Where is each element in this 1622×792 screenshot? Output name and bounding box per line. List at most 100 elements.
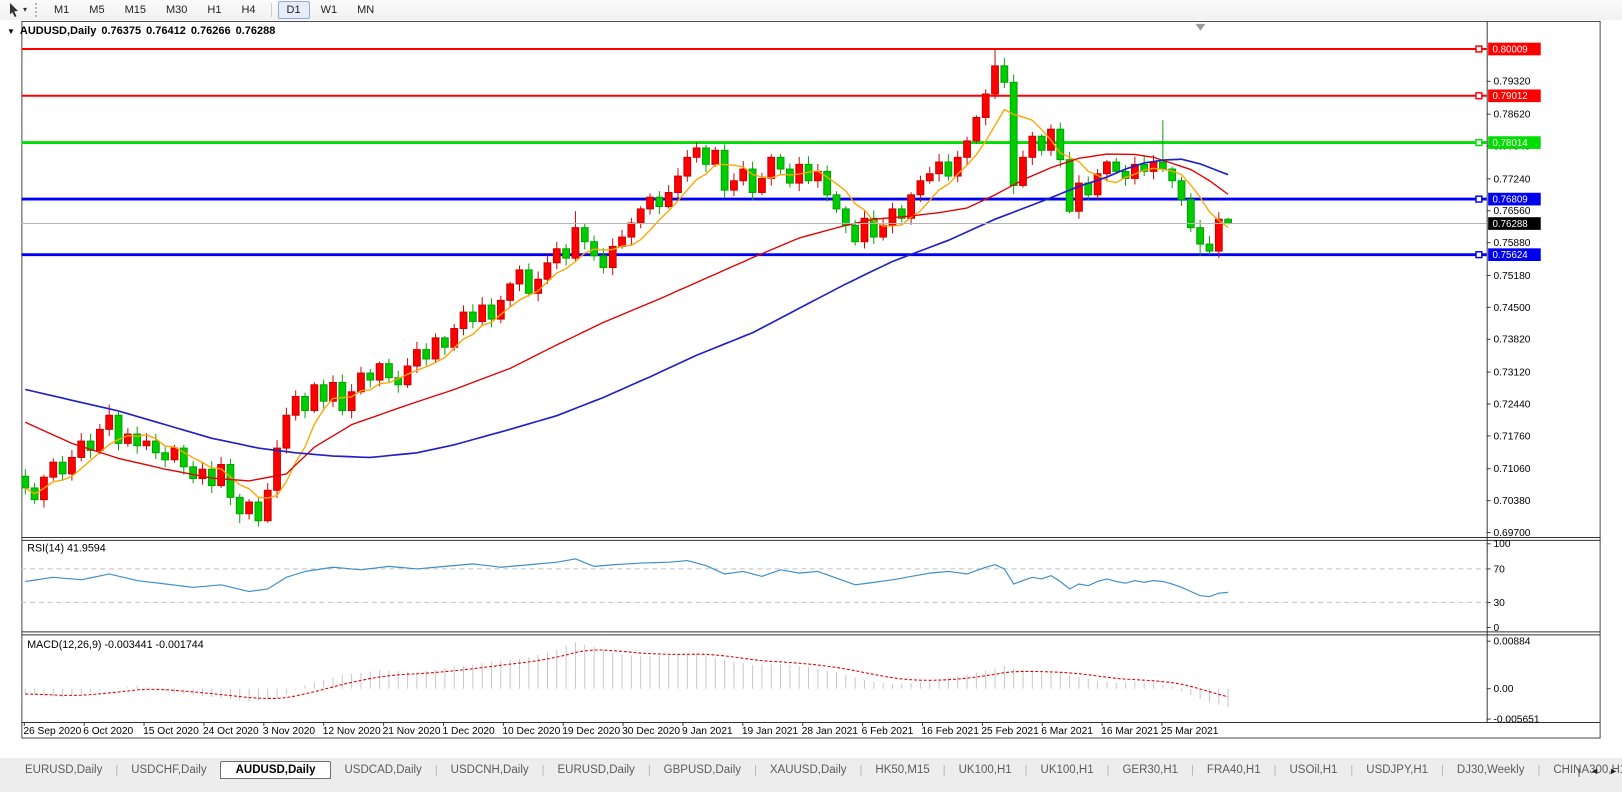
tab-scroll-right-icon[interactable]: ► [1609, 766, 1618, 776]
date-label: 21 Nov 2020 [383, 726, 441, 737]
chart-title: ▼ AUDUSD,Daily 0.76375 0.76412 0.76266 0… [7, 25, 275, 37]
candle [1010, 82, 1017, 185]
candle [386, 364, 393, 378]
hline-handle[interactable] [1476, 196, 1482, 202]
candle [945, 162, 952, 176]
chart-open: 0.76375 [101, 25, 141, 37]
macd-label: MACD(12,26,9) -0.003441 -0.001744 [27, 639, 204, 651]
date-label: 19 Jan 2021 [742, 726, 799, 737]
chart-tab-ger30-h1[interactable]: GER30,H1 [1109, 761, 1191, 779]
chart-tab-gbpusd-daily[interactable]: GBPUSD,Daily [651, 761, 754, 779]
chart-tab-hk50-m15[interactable]: HK50,M15 [862, 761, 942, 779]
cursor-dropdown-icon[interactable]: ▾ [23, 6, 27, 14]
chart-tab-xauusd-daily[interactable]: XAUUSD,Daily [757, 761, 860, 779]
candle [600, 256, 607, 268]
chart-tab-eurusd-daily[interactable]: EURUSD,Daily [12, 761, 115, 779]
candle [647, 197, 654, 209]
candle [553, 249, 560, 263]
candle [171, 448, 178, 460]
chart-tab-usdchf-daily[interactable]: USDCHF,Daily [118, 761, 219, 779]
date-label: 30 Dec 2020 [622, 726, 680, 737]
candle [637, 209, 644, 223]
hline-handle[interactable] [1476, 93, 1482, 99]
candle [786, 169, 793, 183]
candle [479, 305, 486, 321]
tab-scroll-left-icon[interactable]: ◄ [1590, 766, 1599, 776]
hline-handle[interactable] [1476, 46, 1482, 52]
rsi-tick-label: 70 [1494, 564, 1506, 575]
candle [1066, 160, 1073, 212]
price-tick-label: 0.76560 [1494, 206, 1531, 217]
date-label: 12 Nov 2020 [323, 726, 381, 737]
candle [563, 249, 570, 258]
chart-tab-eurusd-daily[interactable]: EURUSD,Daily [544, 761, 647, 779]
chart-tab-usoil-h1[interactable]: USOil,H1 [1276, 761, 1350, 779]
chart-tab-uk100-h1[interactable]: UK100,H1 [1028, 761, 1107, 779]
candle [488, 305, 495, 319]
candle [1057, 129, 1064, 159]
macd-tick-label: -0.005651 [1494, 714, 1540, 725]
candle [1001, 66, 1008, 82]
candle [152, 441, 159, 453]
timeframe-button-d1[interactable]: D1 [278, 1, 310, 19]
candle [1113, 162, 1120, 171]
candle [451, 328, 458, 347]
chart-tab-usdcad-daily[interactable]: USDCAD,Daily [331, 761, 434, 779]
chart-tab-audusd-daily[interactable]: AUDUSD,Daily [220, 761, 332, 779]
chart-tab-uk100-h1[interactable]: UK100,H1 [946, 761, 1025, 779]
candle [572, 228, 579, 258]
candle [22, 476, 29, 488]
timeframe-button-mn[interactable]: MN [348, 1, 383, 19]
candle [59, 462, 66, 474]
candle [964, 141, 971, 157]
timeframe-button-h1[interactable]: H1 [198, 1, 230, 19]
chart-window-border [22, 21, 1600, 738]
macd-tick-label: 0.00884 [1494, 637, 1531, 648]
hline-handle[interactable] [1476, 252, 1482, 258]
timeframe-button-m1[interactable]: M1 [45, 1, 78, 19]
candle [544, 263, 551, 279]
toolbar-grip[interactable] [35, 3, 37, 17]
date-label: 25 Mar 2021 [1161, 726, 1219, 737]
rsi-tick-label: 100 [1494, 539, 1511, 550]
price-badge-label: 0.75624 [1493, 250, 1529, 261]
chart-tab-dj30-weekly[interactable]: DJ30,Weekly [1444, 761, 1538, 779]
timeframe-button-m5[interactable]: M5 [80, 1, 113, 19]
chart-dropdown-icon[interactable]: ▼ [7, 27, 15, 36]
candle [320, 385, 327, 401]
macd-tick-label: 0.00 [1494, 684, 1514, 695]
candle [376, 364, 383, 380]
candle [1206, 244, 1213, 251]
date-label: 28 Jan 2021 [802, 726, 859, 737]
candle [414, 350, 421, 366]
candle [423, 350, 430, 359]
candle [1029, 136, 1036, 157]
price-tick-label: 0.70380 [1494, 496, 1531, 507]
candle [96, 429, 103, 450]
date-label: 25 Feb 2021 [981, 726, 1039, 737]
rsi-label: RSI(14) 41.9594 [27, 543, 105, 555]
cursor-tool-button[interactable]: ▾ [4, 1, 30, 19]
candle [712, 150, 719, 164]
candle [162, 453, 169, 460]
chart-area: 0.793200.786200.779400.772400.765600.758… [0, 20, 1622, 758]
chart-tabs: EURUSD,Daily|USDCHF,DailyAUDUSD,DailyUSD… [0, 758, 1622, 792]
candle [1150, 162, 1157, 171]
hline-handle[interactable] [1476, 140, 1482, 146]
timeframe-button-w1[interactable]: W1 [312, 1, 347, 19]
chart-tab-usdjpy-h1[interactable]: USDJPY,H1 [1353, 761, 1441, 779]
timeframe-button-h4[interactable]: H4 [232, 1, 264, 19]
candle [926, 174, 933, 181]
toolbar: ▾ M1M5M15M30H1H4 D1W1MN [0, 0, 1622, 20]
chart-tab-fra40-h1[interactable]: FRA40,H1 [1194, 761, 1274, 779]
candle [227, 464, 234, 497]
chart-tab-usdcnh-daily[interactable]: USDCNH,Daily [438, 761, 542, 779]
timeframe-button-m30[interactable]: M30 [157, 1, 196, 19]
candle [78, 441, 85, 457]
date-label: 16 Feb 2021 [922, 726, 980, 737]
tab-separator: | [1578, 764, 1580, 777]
timeframe-button-m15[interactable]: M15 [116, 1, 155, 19]
price-tick-label: 0.72440 [1494, 399, 1531, 410]
candle [339, 382, 346, 410]
candle [917, 181, 924, 195]
